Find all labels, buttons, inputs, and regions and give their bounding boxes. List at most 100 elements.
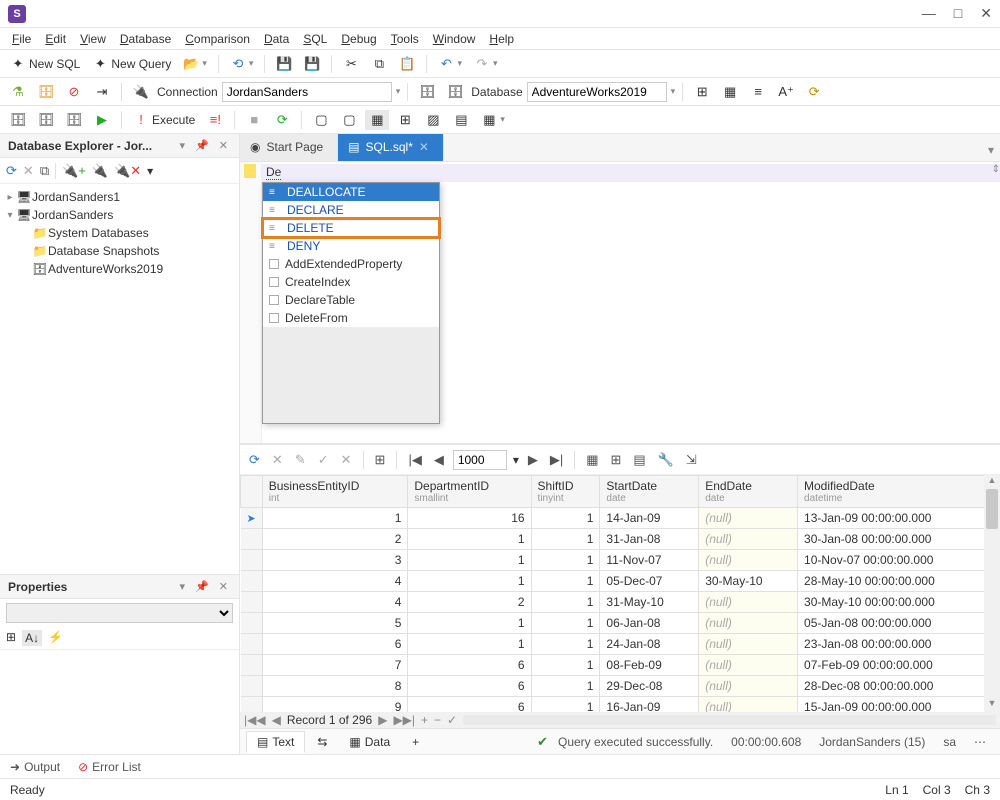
grid-hscroll[interactable] <box>463 715 996 725</box>
autocomplete-item[interactable]: DeclareTable <box>263 291 439 309</box>
cut-button[interactable]: ✂ <box>339 54 363 74</box>
cancel-button[interactable]: ⊘ <box>62 82 86 102</box>
record-prev[interactable]: ◀ <box>272 713 281 727</box>
menu-help[interactable]: Help <box>483 30 520 48</box>
menu-tools[interactable]: Tools <box>385 30 425 48</box>
sql-editor[interactable]: De ≡DEALLOCATE≡DECLARE≡DELETE≡DENYAddExt… <box>240 162 1000 444</box>
props-window-pos-button[interactable]: ▾ <box>177 580 189 593</box>
format-button[interactable]: ⇥ <box>90 82 114 102</box>
window-minimize[interactable]: — <box>922 5 936 22</box>
table-row[interactable]: 61124-Jan-08(null)23-Jan-08 00:00:00.000 <box>241 634 1000 655</box>
tree-node[interactable]: ▸🖥JordanSanders1 <box>4 188 235 206</box>
grid-view2-button[interactable]: ⊞ <box>608 450 625 470</box>
table-row[interactable]: 76108-Feb-09(null)07-Feb-09 00:00:00.000 <box>241 655 1000 676</box>
grid-first-button[interactable]: |◀ <box>405 450 424 470</box>
record-add[interactable]: + <box>421 713 428 727</box>
props-events-button[interactable]: ⚡ <box>48 630 63 646</box>
tool5-button[interactable]: ▨ <box>421 110 445 130</box>
menu-file[interactable]: File <box>6 30 37 48</box>
props-pin-button[interactable]: 📌 <box>192 580 212 593</box>
flask-button[interactable]: ⚗ <box>6 82 30 102</box>
new-query-button[interactable]: ✦New Query <box>88 54 175 74</box>
autocomplete-item[interactable]: AddExtendedProperty <box>263 255 439 273</box>
props-categorized-button[interactable]: ⊞ <box>6 630 16 646</box>
footer-tab-text[interactable]: ▤Text <box>246 731 305 753</box>
panel-close-button[interactable]: ✕ <box>216 139 231 152</box>
tree-node[interactable]: 📁Database Snapshots <box>20 242 235 260</box>
tool3-button[interactable]: ▦ <box>365 110 389 130</box>
menu-view[interactable]: View <box>74 30 112 48</box>
tab-menu-button[interactable]: ▾ <box>982 139 1000 161</box>
props-alpha-button[interactable]: A↓ <box>22 630 42 646</box>
tool2-button[interactable]: ▢ <box>337 110 361 130</box>
result-text-button[interactable]: ≡ <box>746 82 770 102</box>
menu-sql[interactable]: SQL <box>297 30 333 48</box>
menu-database[interactable]: Database <box>114 30 177 48</box>
column-header[interactable]: EndDatedate <box>699 476 798 508</box>
undo-button[interactable]: ↶▾ <box>434 54 466 74</box>
properties-object-select[interactable] <box>6 603 233 623</box>
panel-pin-button[interactable]: 📌 <box>192 139 212 152</box>
explorer-copy-button[interactable]: ⧉ <box>40 163 49 179</box>
stop-button[interactable]: ■ <box>242 110 266 130</box>
save-button[interactable]: 💾 <box>272 54 296 74</box>
grid-page-size-dd[interactable]: ▾ <box>513 453 519 467</box>
grid-revert-button[interactable]: ✕ <box>338 450 355 470</box>
tree-node[interactable]: 📁System Databases <box>20 224 235 242</box>
grid-vscroll[interactable]: ▲▼ <box>984 475 1000 712</box>
connect-button[interactable]: 🔌 <box>129 82 153 102</box>
refresh-button[interactable]: ⟳ <box>802 82 826 102</box>
footer-tab-swap[interactable]: ⇆ <box>307 732 337 752</box>
reconnect-button[interactable]: ⟳ <box>270 110 294 130</box>
tool4-button[interactable]: ⊞ <box>393 110 417 130</box>
grid-prev-button[interactable]: ◀ <box>431 450 447 470</box>
table-row[interactable]: 41105-Dec-0730-May-1028-May-10 00:00:00.… <box>241 571 1000 592</box>
autocomplete-item[interactable]: DeleteFrom <box>263 309 439 327</box>
table-row[interactable]: 96116-Jan-09(null)15-Jan-09 00:00:00.000 <box>241 697 1000 713</box>
table-row[interactable]: 42131-May-10(null)30-May-10 00:00:00.000 <box>241 592 1000 613</box>
db-tool-button[interactable]: 🗄 <box>415 82 439 102</box>
tree-node[interactable]: 🗄AdventureWorks2019 <box>20 260 235 278</box>
run-button[interactable]: ▶ <box>90 110 114 130</box>
column-header[interactable]: StartDatedate <box>600 476 699 508</box>
grid-tool-button[interactable]: 🔧 <box>655 450 677 470</box>
grid-apply-button[interactable]: ✓ <box>315 450 332 470</box>
explorer-new-conn-button[interactable]: 🔌+ <box>62 163 86 179</box>
column-header[interactable]: BusinessEntityIDint <box>262 476 408 508</box>
history-back-button[interactable]: ⟲▾ <box>226 54 258 74</box>
grid-page-size-input[interactable] <box>453 450 507 470</box>
props-close-button[interactable]: ✕ <box>216 580 231 593</box>
db2-button[interactable]: 🗄 <box>34 110 58 130</box>
tool6-button[interactable]: ▤ <box>449 110 473 130</box>
open-button[interactable]: 📂▾ <box>179 54 211 74</box>
record-remove[interactable]: − <box>434 713 441 727</box>
status-more[interactable]: ⋯ <box>966 735 994 749</box>
tab-close-icon[interactable]: ✕ <box>419 140 429 154</box>
autocomplete-item[interactable]: ≡DENY <box>263 237 439 255</box>
window-maximize[interactable]: □ <box>954 5 962 22</box>
column-header[interactable]: ShiftIDtinyint <box>531 476 600 508</box>
font-size-button[interactable]: A⁺ <box>774 82 798 102</box>
execute-to-button[interactable]: ≡! <box>203 110 227 130</box>
autocomplete-item[interactable]: ≡DELETE <box>263 219 439 237</box>
explain-button[interactable]: ⊞ <box>690 82 714 102</box>
explorer-disconn-button[interactable]: 🔌✕ <box>114 163 141 179</box>
grid-next-button[interactable]: ▶ <box>525 450 541 470</box>
grid-edit-button[interactable]: ✎ <box>292 450 309 470</box>
db3-button[interactable]: 🗄 <box>62 110 86 130</box>
table-row[interactable]: 31111-Nov-07(null)10-Nov-07 00:00:00.000 <box>241 550 1000 571</box>
connection-combo[interactable] <box>222 82 392 102</box>
split-handle[interactable]: ⇕ <box>992 164 1000 175</box>
column-header[interactable]: DepartmentIDsmallint <box>408 476 531 508</box>
menu-debug[interactable]: Debug <box>335 30 382 48</box>
grid-refresh-button[interactable]: ⟳ <box>246 450 263 470</box>
autocomplete-item[interactable]: CreateIndex <box>263 273 439 291</box>
explorer-delete-button[interactable]: ✕ <box>23 163 34 179</box>
explorer-refresh-button[interactable]: ⟳ <box>6 163 17 179</box>
menu-window[interactable]: Window <box>427 30 482 48</box>
db-tool2-button[interactable]: 🗄 <box>443 82 467 102</box>
explorer-more-button[interactable]: ▾ <box>147 164 153 178</box>
grid-mode-button[interactable]: ⊞ <box>372 450 389 470</box>
grid-cancel-button[interactable]: ✕ <box>269 450 286 470</box>
table-row[interactable]: ➤116114-Jan-09(null)13-Jan-09 00:00:00.0… <box>241 508 1000 529</box>
